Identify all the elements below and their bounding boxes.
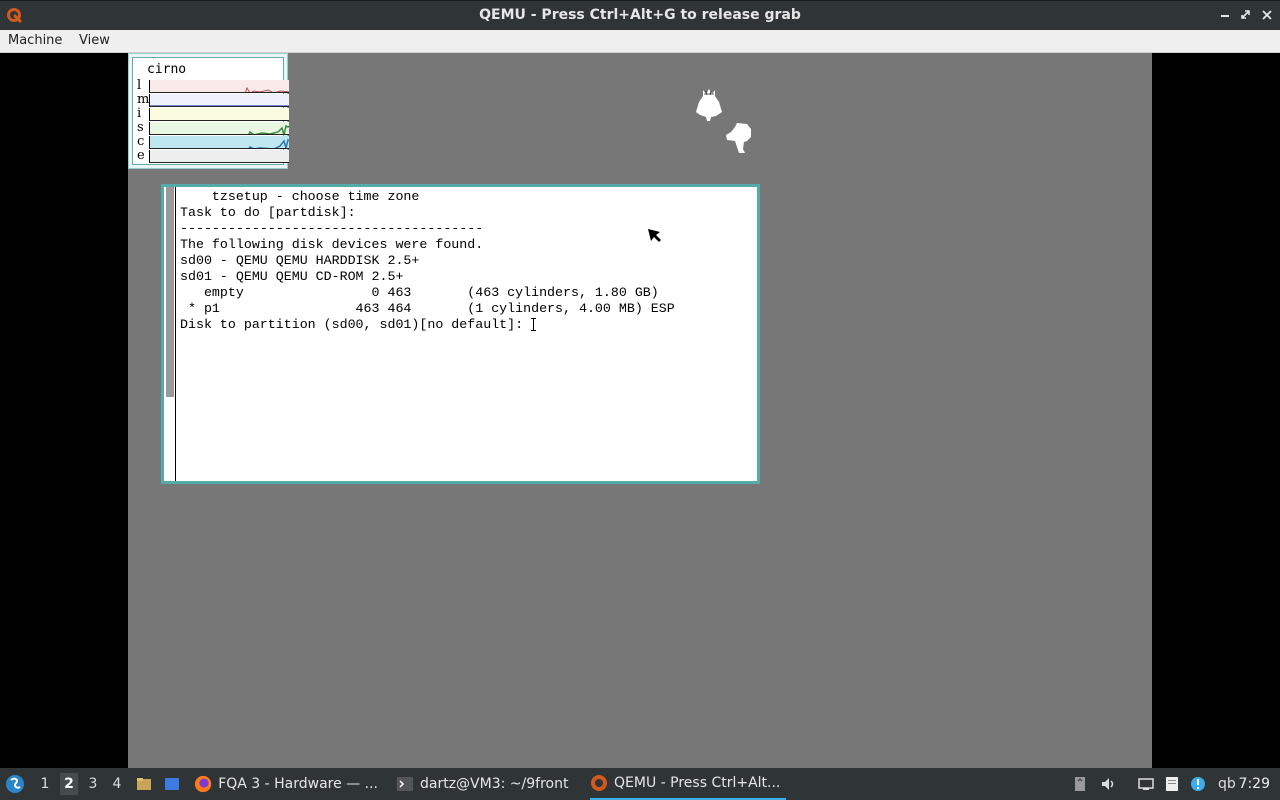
task-label: dartz@VM3: ~/9front xyxy=(420,776,569,792)
stats-graph xyxy=(149,108,289,121)
glenda-icon xyxy=(726,123,751,153)
keyboard-layout-indicator[interactable]: qb xyxy=(1218,776,1236,792)
clipboard-icon[interactable] xyxy=(1072,776,1088,792)
stats-graph xyxy=(149,94,289,107)
workspace-1[interactable]: 1 xyxy=(36,776,54,792)
maximize-icon[interactable] xyxy=(1237,6,1255,24)
stats-frame: cirno l m i s c e xyxy=(132,57,289,165)
stats-graph xyxy=(149,122,289,135)
stats-graph xyxy=(149,136,289,149)
prompt-line[interactable]: Disk to partition (sd00, sd01)[no defaul… xyxy=(180,317,753,333)
taskbar: 1 2 3 4 FQA 3 - Hardware — ... dartz@VM3… xyxy=(0,768,1280,800)
menu-machine[interactable]: Machine xyxy=(8,33,62,48)
glenda-icon xyxy=(696,89,722,121)
stats-row-syscalls: s xyxy=(137,120,289,135)
window-titlebar[interactable]: QEMU - Press Ctrl+Alt+G to release grab xyxy=(0,0,1280,30)
volume-icon[interactable] xyxy=(1100,776,1116,792)
task-label: FQA 3 - Hardware — ... xyxy=(218,776,378,792)
terminal-output[interactable]: tzsetup - choose time zone Task to do [pa… xyxy=(180,189,753,479)
menubar: Machine View xyxy=(0,30,1280,53)
updates-icon[interactable] xyxy=(1190,776,1206,792)
stats-row-context: c xyxy=(137,134,289,149)
network-icon[interactable] xyxy=(1138,776,1154,792)
workspace-2[interactable]: 2 xyxy=(60,773,78,795)
stats-letter: i xyxy=(137,106,142,121)
clock[interactable]: 7:29 xyxy=(1239,776,1270,792)
terminal-line: -------------------------------------- xyxy=(180,221,484,236)
terminal-line: tzsetup - choose time zone xyxy=(180,189,420,204)
stats-window[interactable]: cirno l m i s c e xyxy=(128,53,289,169)
terminal-line: sd00 - QEMU QEMU HARDDISK 2.5+ xyxy=(180,253,420,268)
qemu-icon xyxy=(591,775,607,791)
workspace-3[interactable]: 3 xyxy=(84,776,102,792)
task-firefox[interactable]: FQA 3 - Hardware — ... xyxy=(194,768,378,800)
stats-hostname: cirno xyxy=(147,62,187,77)
terminal-line: * p1 463 464 (1 cylinders, 4.00 MB) ESP xyxy=(180,301,675,316)
terminal-icon xyxy=(397,777,413,791)
menu-view[interactable]: View xyxy=(79,33,110,48)
task-terminal[interactable]: dartz@VM3: ~/9front xyxy=(396,768,576,800)
task-label: QEMU - Press Ctrl+Alt... xyxy=(614,775,781,791)
terminal-line: The following disk devices were found. xyxy=(180,237,484,252)
stats-row-ether: e xyxy=(137,148,289,163)
terminal-line: Task to do [partdisk]: xyxy=(180,205,356,220)
stats-row-memory: m xyxy=(137,92,289,107)
text-cursor-icon xyxy=(531,317,537,331)
stats-row-load: l xyxy=(137,78,289,93)
desktop-icon[interactable] xyxy=(164,776,180,792)
window-title: QEMU - Press Ctrl+Alt+G to release grab xyxy=(479,7,801,23)
prompt-text: Disk to partition (sd00, sd01)[no defaul… xyxy=(180,317,532,332)
task-qemu[interactable]: QEMU - Press Ctrl+Alt... xyxy=(590,768,786,800)
stats-letter: e xyxy=(137,148,145,163)
notes-icon[interactable] xyxy=(1164,776,1180,792)
minimize-icon[interactable] xyxy=(1216,6,1234,24)
terminal-line: sd01 - QEMU QEMU CD-ROM 2.5+ xyxy=(180,269,404,284)
workspace-4[interactable]: 4 xyxy=(108,776,126,792)
terminal-window[interactable]: tzsetup - choose time zone Task to do [pa… xyxy=(161,184,760,484)
stats-letter: l xyxy=(137,78,142,93)
stats-graph xyxy=(149,80,289,93)
stats-letter: s xyxy=(137,120,144,135)
stats-letter: m xyxy=(137,92,150,107)
stats-letter: c xyxy=(137,134,145,149)
terminal-line: empty 0 463 (463 cylinders, 1.80 GB) xyxy=(180,285,659,300)
stats-row-interrupts: i xyxy=(137,106,289,121)
stats-graph xyxy=(149,150,289,163)
vm-display[interactable]: cirno l m i s c e tzsetup - choose time … xyxy=(128,53,1152,768)
scrollbar-thumb[interactable] xyxy=(166,187,174,397)
firefox-icon xyxy=(194,775,212,793)
file-manager-icon[interactable] xyxy=(136,776,152,792)
start-menu-icon[interactable] xyxy=(5,774,25,794)
close-icon[interactable] xyxy=(1258,6,1276,24)
mouse-cursor-icon xyxy=(648,229,661,242)
terminal-scrollbar[interactable] xyxy=(164,187,176,481)
